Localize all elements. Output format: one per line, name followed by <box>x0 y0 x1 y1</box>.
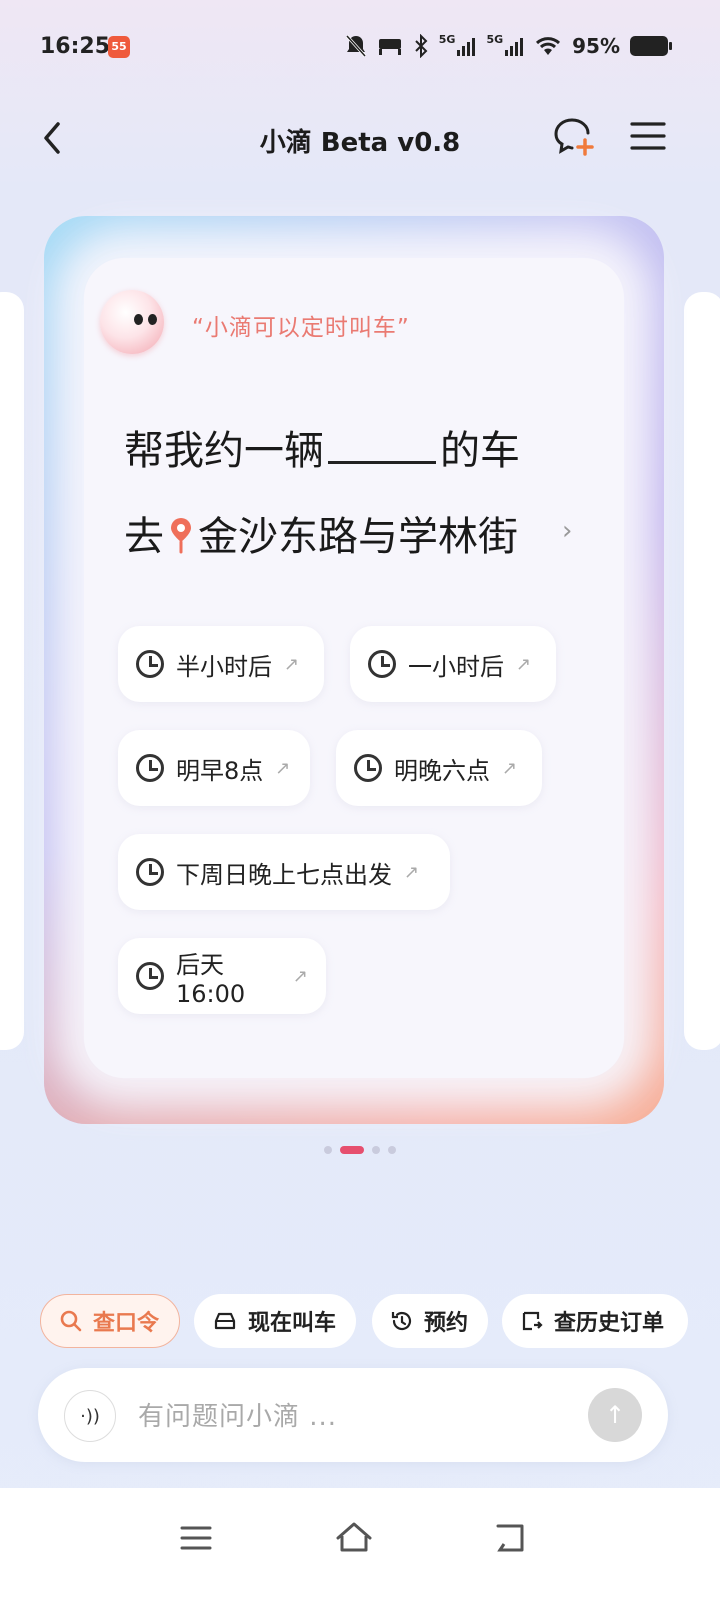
time-option-label: 明早8点 <box>176 756 264 785</box>
clock-icon <box>136 754 164 782</box>
voice-input-icon[interactable]: ·)) <box>64 1390 116 1442</box>
dest-prefix: 去 <box>124 514 164 560</box>
menu-icon[interactable] <box>628 118 668 154</box>
signal-1-icon: 5G <box>439 33 477 56</box>
pager-dot[interactable] <box>372 1146 380 1154</box>
call-car-now-button[interactable]: 现在叫车 <box>194 1294 356 1348</box>
time-option-chip[interactable]: 半小时后 ↗ <box>118 626 324 702</box>
time-option-label: 明晚六点 <box>394 756 490 785</box>
order-history-button[interactable]: 查历史订单 <box>502 1294 688 1348</box>
new-chat-icon[interactable] <box>552 114 596 158</box>
check-code-label: 查口令 <box>93 1311 160 1336</box>
reserve-button[interactable]: 预约 <box>372 1294 488 1348</box>
clock-icon <box>354 754 382 782</box>
clock-icon <box>136 962 164 990</box>
pager-dot[interactable] <box>388 1146 396 1154</box>
mute-icon <box>345 34 366 58</box>
chat-input-bar: ·)) 有问题问小滴 ... ↑ <box>38 1368 668 1462</box>
pager-dot[interactable] <box>324 1146 332 1154</box>
arrow-up-right-icon: ↗ <box>502 757 518 779</box>
status-bar: 16:25 55 5G 5G 95% <box>0 0 720 96</box>
prompt-line-1: 帮我约一辆 的车 <box>124 418 520 476</box>
prompt-line-2[interactable]: 去金沙东路与学林街 <box>124 504 556 562</box>
time-option-chip[interactable]: 下周日晚上七点出发 ↗ <box>118 834 450 910</box>
home-icon[interactable] <box>332 1516 376 1560</box>
reserve-label: 预约 <box>424 1311 469 1336</box>
prompt-suffix: 的车 <box>440 428 520 474</box>
time-option-chip[interactable]: 明晚六点 ↗ <box>336 730 542 806</box>
arrow-up-right-icon: ↗ <box>404 861 420 883</box>
assistant-avatar <box>100 290 164 354</box>
time-option-chip[interactable]: 一小时后 ↗ <box>350 626 556 702</box>
time-option-chip[interactable]: 明早8点 ↗ <box>118 730 310 806</box>
battery-percent: 95% <box>572 34 620 58</box>
destination-text: 金沙东路与学林街 <box>198 514 518 560</box>
order-history-label: 查历史订单 <box>554 1311 665 1336</box>
avatar-eye-right <box>148 314 157 325</box>
next-card-peek[interactable] <box>684 292 720 1050</box>
clock-history-icon <box>390 1309 414 1333</box>
time-option-label: 后天16:00 <box>176 950 246 1008</box>
signal-2-icon: 5G <box>486 33 524 56</box>
pager-dot-active[interactable] <box>340 1146 364 1154</box>
previous-card-peek[interactable] <box>0 292 24 1050</box>
back-nav-icon[interactable] <box>488 1516 532 1560</box>
recent-apps-icon[interactable] <box>174 1516 218 1560</box>
time-option-chip[interactable]: 后天16:00 ↗ <box>118 938 326 1014</box>
chat-input-field[interactable]: 有问题问小滴 ... <box>138 1396 337 1433</box>
call-car-now-label: 现在叫车 <box>248 1311 337 1336</box>
car-icon <box>212 1309 238 1333</box>
system-nav-bar <box>0 1488 720 1600</box>
clock-icon <box>368 650 396 678</box>
arrow-up-right-icon: ↗ <box>516 653 532 675</box>
time-option-label: 半小时后 <box>176 652 272 681</box>
app-notification-badge: 55 <box>108 36 130 58</box>
avatar-eye-left <box>134 314 143 325</box>
battery-icon <box>630 36 672 56</box>
time-option-label: 下周日晚上七点出发 <box>176 860 392 889</box>
chevron-right-icon[interactable]: › <box>562 516 572 546</box>
page-title: 小滴 Beta v0.8 <box>259 128 461 158</box>
location-pin-icon <box>171 518 191 554</box>
time-blank <box>328 431 436 464</box>
status-icons: 5G 5G 95% <box>345 33 672 58</box>
arrow-up-right-icon: ↗ <box>275 757 291 779</box>
status-time: 16:25 <box>40 34 111 59</box>
pager-dots <box>0 1146 720 1154</box>
bed-icon <box>378 39 401 55</box>
send-arrow-icon[interactable]: ↑ <box>588 1388 642 1442</box>
order-history-icon <box>520 1309 544 1333</box>
time-option-label: 一小时后 <box>408 652 504 681</box>
bluetooth-icon <box>415 34 428 58</box>
clock-icon <box>136 858 164 886</box>
wifi-icon <box>536 37 561 55</box>
card-quote: “小滴可以定时叫车” <box>192 315 410 341</box>
top-bar: 小滴 Beta v0.8 <box>0 100 720 180</box>
search-icon <box>59 1309 83 1333</box>
check-code-button[interactable]: 查口令 <box>40 1294 180 1348</box>
arrow-up-right-icon: ↗ <box>284 653 300 675</box>
arrow-up-right-icon: ↗ <box>292 965 308 987</box>
clock-icon <box>136 650 164 678</box>
prompt-prefix: 帮我约一辆 <box>124 428 324 474</box>
